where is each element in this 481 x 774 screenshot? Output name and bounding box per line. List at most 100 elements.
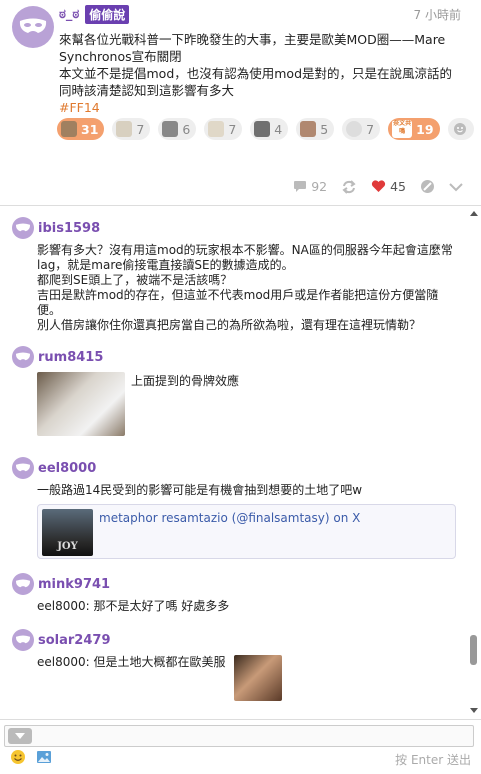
add-reaction-button[interactable] [447, 118, 474, 140]
mask-icon [16, 223, 30, 232]
heart-icon [371, 180, 386, 192]
link-preview-thumbnail: JOY [42, 509, 93, 556]
user-avatar[interactable] [12, 629, 34, 651]
hashtag-link[interactable]: #FF14 [59, 99, 469, 116]
like-button[interactable]: 45 [371, 179, 406, 194]
user-avatar[interactable] [12, 217, 34, 239]
response-item: ibis1598 影響有多大？沒有用這mod的玩家根本不影響。NA區的伺服器今年… [0, 217, 470, 333]
response-text: 一般路過14民受到的影響可能是有機會抽到想要的土地了吧w [37, 483, 363, 497]
response-content: eel8000: 但是土地大概都在歐美服 [37, 655, 462, 701]
response-text: 上面提到的骨牌效應 [131, 374, 240, 388]
post-line: 同時該清楚認知到這影響有多大 [59, 83, 235, 98]
response-content: 上面提到的骨牌效應 [37, 372, 462, 436]
response-text: eel8000: 那不是太好了嗎 好處多多 [37, 599, 230, 613]
user-avatar[interactable] [12, 457, 34, 479]
resonance-label: 奈文共鳴 [392, 120, 413, 138]
user-avatar[interactable] [12, 573, 34, 595]
replurk-button[interactable] [341, 179, 357, 194]
response-item: mink9741 eel8000: 那不是太好了嗎 好處多多 [0, 573, 470, 614]
reaction-count: 6 [182, 121, 191, 137]
reaction-2[interactable]: 7 [112, 118, 151, 140]
link-preview-card[interactable]: JOY metaphor resamtazio (@finalsamtasy) … [37, 504, 456, 559]
response-user[interactable]: solar2479 [38, 633, 111, 648]
reaction-count: 7 [228, 121, 237, 137]
response-item: solar2479 eel8000: 但是土地大概都在歐美服 [0, 629, 470, 701]
emoji-hands-icon [208, 121, 225, 137]
response-line: 吉田是默許mod的存在，但這並不代表mod用戶或是作者能把這份方便當隨 [37, 288, 439, 302]
user-avatar[interactable] [12, 346, 34, 368]
speech-bubble-icon [294, 181, 307, 192]
post-time: 7 小時前 [413, 8, 461, 22]
response-line: lag，就是mare偷接電直接讀SE的數據造成的。 [37, 258, 294, 272]
emoji-qr-icon [162, 121, 179, 137]
more-options-button[interactable] [449, 182, 463, 192]
plurk-post: ಠ_ಠ 偷偷說 7 小時前 來幫各位光戰科普一下昨晚發生的大事，主要是歐美MOD… [0, 0, 481, 206]
response-item: rum8415 上面提到的骨牌效應 [0, 346, 470, 436]
replurk-icon [342, 179, 356, 194]
mask-icon [19, 18, 47, 33]
response-input-bar: 按 Enter 送出 [0, 719, 481, 774]
response-item: eel8000 一般路過14民受到的影響可能是有機會抽到想要的土地了吧w JOY… [0, 457, 470, 559]
send-hint: 按 Enter 送出 [395, 753, 471, 767]
scrollbar-thumb[interactable] [470, 635, 477, 665]
scrollbar[interactable] [470, 207, 478, 719]
reaction-6[interactable]: 5 [296, 118, 335, 140]
thumbnail-text: JOY [57, 541, 78, 552]
response-count-value: 92 [311, 179, 328, 194]
scroll-down-arrow[interactable] [470, 708, 478, 713]
reaction-count: 31 [81, 121, 99, 137]
emoji-person-icon [300, 121, 317, 137]
author-name[interactable]: ಠ_ಠ [59, 7, 79, 22]
chevron-down-icon [449, 182, 463, 191]
response-text: eel8000: 但是土地大概都在歐美服 [37, 655, 226, 669]
response-count[interactable]: 92 [293, 179, 327, 194]
mask-icon [16, 352, 30, 361]
domino-image-thumbnail[interactable] [37, 372, 125, 436]
response-list: ibis1598 影響有多大？沒有用這mod的玩家根本不影響。NA區的伺服器今年… [0, 207, 481, 719]
reaction-1[interactable]: 31 [57, 118, 105, 140]
mask-icon [16, 579, 30, 588]
mute-button[interactable] [420, 179, 435, 194]
emoji-picker-icon[interactable] [10, 749, 26, 765]
response-line: 都爬到SE頭上了，被端不是活該嗎？ [37, 273, 233, 287]
reaction-4[interactable]: 7 [204, 118, 243, 140]
emoji-speech-icon [346, 121, 363, 137]
post-content: 來幫各位光戰科普一下昨晚發生的大事，主要是歐美MOD圈——Mare Synchr… [59, 31, 469, 116]
response-line: 別人借房讓你住你還真把房當自己的為所欲為啦，還有理在這裡玩情勒？ [37, 318, 422, 332]
image-upload-icon[interactable] [36, 749, 52, 765]
reaction-count: 5 [320, 121, 329, 137]
emoji-reactions: 31 7 6 7 4 5 7 奈文共鳴 19 [57, 118, 477, 140]
emoji-face-icon [61, 121, 77, 137]
reaction-resonance[interactable]: 奈文共鳴 19 [388, 118, 440, 140]
like-count: 45 [390, 179, 406, 194]
response-user[interactable]: ibis1598 [38, 221, 100, 236]
reaction-5[interactable]: 4 [250, 118, 289, 140]
response-line: 影響有多大？沒有用這mod的玩家根本不影響。NA區的伺服器今年起會這麼常 [37, 243, 453, 257]
reaction-photo[interactable] [233, 655, 282, 701]
response-input[interactable] [4, 725, 474, 747]
reaction-7[interactable]: 7 [342, 118, 381, 140]
response-user[interactable]: mink9741 [38, 577, 110, 592]
link-preview-title[interactable]: metaphor resamtazio (@finalsamtasy) on X [99, 511, 360, 526]
reaction-count: 7 [136, 121, 145, 137]
response-user[interactable]: rum8415 [38, 350, 103, 365]
add-emoji-icon [453, 123, 466, 135]
scroll-up-arrow[interactable] [470, 211, 478, 216]
qualifier-badge: 偷偷說 [85, 5, 130, 24]
response-text: 影響有多大？沒有用這mod的玩家根本不影響。NA區的伺服器今年起會這麼常 lag… [37, 243, 462, 333]
reaction-3[interactable]: 6 [158, 118, 197, 140]
response-user[interactable]: eel8000 [38, 461, 96, 476]
reaction-count: 19 [416, 121, 434, 137]
emoji-figure-icon [116, 121, 133, 137]
post-line: 本文並不是提倡mod，也沒有認為使用mod是對的，只是在說風涼話的 [59, 66, 453, 81]
qualifier-dropdown-toggle[interactable] [8, 728, 32, 744]
emoji-photo-icon [254, 121, 271, 137]
mask-icon [16, 635, 30, 644]
post-line: Synchronos宣布關閉 [59, 49, 182, 64]
response-line: 便。 [37, 303, 62, 317]
mask-icon [16, 463, 30, 472]
response-content: 一般路過14民受到的影響可能是有機會抽到想要的土地了吧w JOY metapho… [37, 483, 462, 559]
author-avatar[interactable] [12, 6, 54, 48]
post-stats: 92 45 [293, 179, 463, 194]
reaction-count: 7 [366, 121, 375, 137]
